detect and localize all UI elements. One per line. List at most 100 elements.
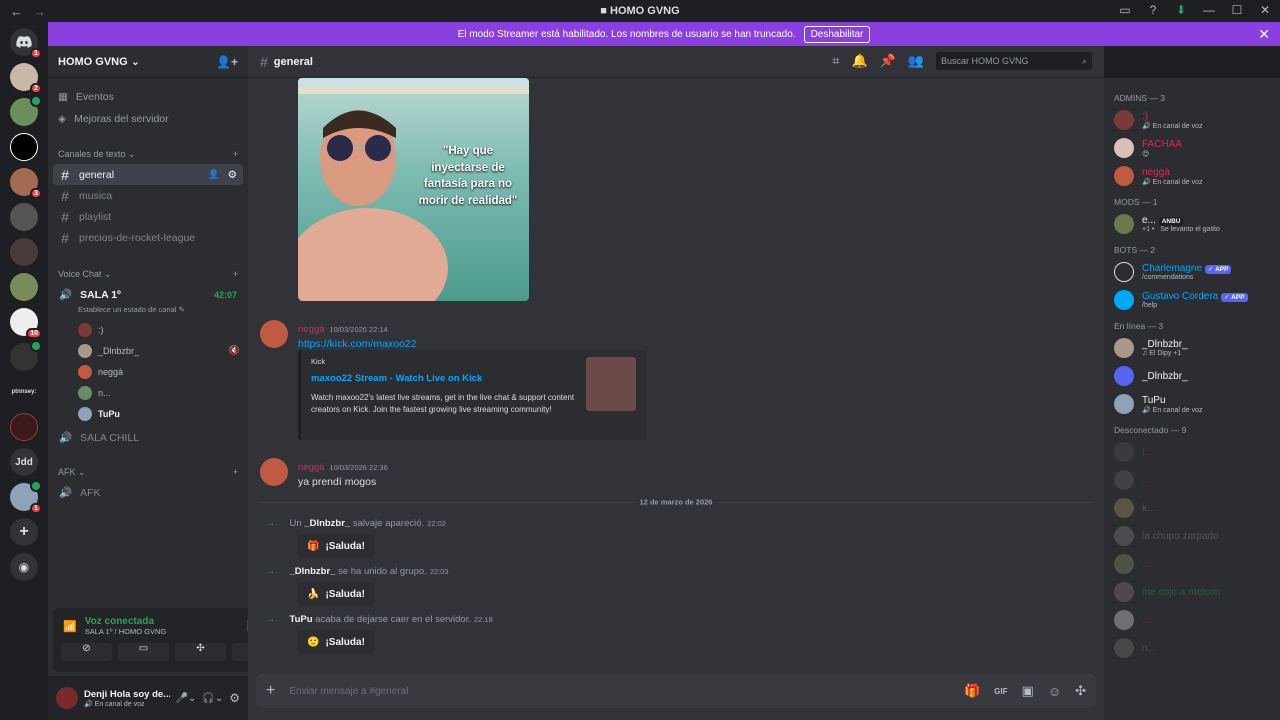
close-window-icon[interactable]: ✕: [1258, 3, 1272, 17]
member-item[interactable]: :) 🔊 En canal de voz: [1104, 106, 1280, 134]
server-homo-gvng-avatar[interactable]: 1: [10, 480, 42, 514]
pin-icon[interactable]: 📌: [880, 53, 896, 69]
voice-location[interactable]: SALA 1º / HOMO GVNG: [85, 627, 239, 636]
member-item[interactable]: _Dlnbzbr_: [1104, 362, 1280, 390]
search-input[interactable]: Buscar HOMO GVNG ⌕: [936, 52, 1092, 70]
add-attachment-icon[interactable]: +: [266, 682, 275, 700]
member-list-icon[interactable]: 👥: [908, 53, 924, 69]
add-channel-icon[interactable]: +: [233, 467, 238, 477]
server-header[interactable]: HOMO GVNG ⌄ 👤+: [48, 46, 248, 78]
server-avatar[interactable]: 3: [10, 168, 42, 199]
afk-category[interactable]: AFK ⌄ +: [48, 462, 248, 482]
avatar[interactable]: [260, 320, 288, 348]
text-channels-category[interactable]: Canales de texto ⌄ +: [48, 144, 248, 164]
member-item[interactable]: n...: [1104, 634, 1280, 662]
headphones-icon[interactable]: 🎧⌄: [202, 693, 223, 704]
server-avatar[interactable]: [10, 238, 38, 266]
voice-user[interactable]: _Dlnbzbr_ 🔇: [48, 340, 248, 361]
voice-user[interactable]: n...: [48, 382, 248, 403]
maximize-icon[interactable]: ☐: [1230, 3, 1244, 17]
disable-streamer-button[interactable]: Deshabilitar: [803, 25, 871, 43]
voice-user[interactable]: TuPu: [48, 403, 248, 424]
microphone-icon[interactable]: 🎤⌄: [176, 693, 197, 704]
wave-button[interactable]: 🍌 ¡Saluda!: [298, 582, 374, 606]
server-boosts-link[interactable]: ◈ Mejoras del servidor: [48, 108, 248, 130]
user-settings-gear-icon[interactable]: ⚙: [229, 691, 240, 705]
discord-home-icon[interactable]: 1: [10, 28, 42, 59]
voice-status[interactable]: Establece un estado de canal ✎: [48, 305, 248, 319]
wave-button[interactable]: 🎁 ¡Saluda!: [298, 534, 374, 558]
voice-channel-sala-chill[interactable]: 🔊 SALA CHILL: [53, 427, 243, 448]
settings-gear-icon[interactable]: ⚙: [228, 169, 237, 181]
member-item[interactable]: ...: [1104, 466, 1280, 494]
voice-channel-afk[interactable]: 🔊 AFK: [53, 482, 243, 503]
member-item[interactable]: e... ANBU +1 • Se levanto el gatito: [1104, 210, 1280, 238]
notification-bell-icon[interactable]: 🔔: [851, 53, 867, 69]
channel-musica[interactable]: # musica: [53, 185, 243, 206]
invite-people-icon[interactable]: 👤+: [216, 55, 238, 69]
member-item[interactable]: _Dlnbzbr_ ♫ El Dipy +1: [1104, 334, 1280, 362]
wave-button[interactable]: 🙂 ¡Saluda!: [298, 630, 374, 654]
avatar[interactable]: [260, 458, 288, 486]
explore-icon[interactable]: ◉: [10, 553, 38, 581]
add-server-icon[interactable]: +: [10, 518, 38, 546]
back-arrow-icon[interactable]: ←: [10, 4, 23, 19]
member-item[interactable]: Charlemagne ✓ APP/commendations: [1104, 258, 1280, 286]
server-jdd-avatar[interactable]: Jdd: [10, 448, 38, 476]
help-icon[interactable]: ?: [1146, 3, 1160, 17]
channel-precios[interactable]: # precios-de-rocket-league: [53, 227, 243, 248]
server-avatar[interactable]: 10: [10, 308, 42, 339]
system-user[interactable]: _Dlnbzbr_: [304, 518, 350, 529]
close-banner-icon[interactable]: ✕: [1258, 26, 1270, 43]
add-channel-icon[interactable]: +: [233, 149, 238, 159]
voice-chat-category[interactable]: Voice Chat ⌄ +: [48, 264, 248, 284]
events-link[interactable]: ▦ Eventos: [48, 86, 248, 108]
voice-user[interactable]: neggá: [48, 361, 248, 382]
server-avatar[interactable]: 2: [10, 63, 42, 94]
channel-general[interactable]: # general 👤 ⚙: [53, 164, 243, 185]
inbox-icon[interactable]: ▭: [1118, 3, 1132, 17]
message-input[interactable]: Enviar mensaje a #general: [289, 686, 950, 697]
add-channel-icon[interactable]: +: [233, 269, 238, 279]
camera-off-button[interactable]: ⊘: [61, 643, 112, 661]
member-item[interactable]: ...: [1104, 606, 1280, 634]
server-avatar[interactable]: [10, 413, 38, 441]
emoji-icon[interactable]: ☺: [1048, 684, 1061, 699]
voice-channel-sala-1[interactable]: 🔊 SALA 1º 42:07: [53, 284, 243, 305]
server-avatar[interactable]: [10, 95, 42, 126]
server-text-avatar[interactable]: ptnnsey:: [10, 378, 38, 406]
server-avatar[interactable]: [10, 340, 42, 371]
server-avatar[interactable]: [10, 133, 38, 161]
gift-icon[interactable]: 🎁: [964, 683, 980, 699]
member-item[interactable]: neggá 🔊 En canal de voz: [1104, 162, 1280, 190]
sticker-icon[interactable]: ▣: [1022, 683, 1034, 699]
member-item[interactable]: ...: [1104, 550, 1280, 578]
forward-arrow-icon[interactable]: →: [33, 4, 46, 19]
minimize-icon[interactable]: —: [1202, 3, 1216, 17]
server-avatar[interactable]: [10, 203, 38, 231]
member-item[interactable]: la chupo zarpado: [1104, 522, 1280, 550]
message-author[interactable]: neggá: [298, 462, 324, 473]
member-item[interactable]: f...: [1104, 438, 1280, 466]
member-item[interactable]: FACHAA 😊: [1104, 134, 1280, 162]
system-user[interactable]: _Dlnbzbr_: [290, 566, 336, 577]
member-item[interactable]: me cojo a melcon: [1104, 578, 1280, 606]
user-avatar[interactable]: [56, 687, 78, 709]
screenshare-button[interactable]: ▭: [118, 643, 169, 661]
member-item[interactable]: k...: [1104, 494, 1280, 522]
activities-button[interactable]: ✣: [175, 643, 226, 661]
embed-thumbnail[interactable]: [586, 357, 636, 411]
message-author[interactable]: neggá: [298, 324, 324, 335]
apps-icon[interactable]: ✣: [1075, 683, 1086, 699]
image-attachment[interactable]: "Hay que inyectarse de fantasía para no …: [298, 78, 529, 301]
server-avatar[interactable]: [10, 273, 38, 301]
system-user[interactable]: TuPu: [290, 614, 313, 625]
threads-icon[interactable]: ⌗: [832, 53, 839, 69]
member-item[interactable]: Gustavo Cordera ✓ APP/help: [1104, 286, 1280, 314]
channel-playlist[interactable]: # playlist: [53, 206, 243, 227]
download-icon[interactable]: ⬇: [1174, 3, 1188, 17]
gif-icon[interactable]: GIF: [994, 687, 1007, 696]
message-link[interactable]: https://kick.com/maxoo22: [298, 338, 416, 350]
invite-icon[interactable]: 👤: [208, 169, 219, 180]
voice-user[interactable]: :): [48, 319, 248, 340]
